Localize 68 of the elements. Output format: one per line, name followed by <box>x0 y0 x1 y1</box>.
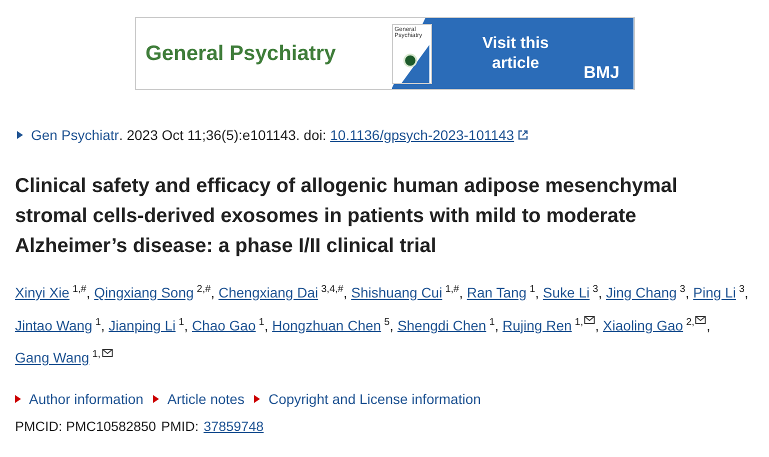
author-link[interactable]: Shengdi Chen <box>397 317 486 334</box>
affiliation-mark: 2,# <box>196 284 211 295</box>
affiliation-mark: 1 <box>178 316 184 328</box>
comma: , <box>86 284 90 301</box>
comma: , <box>390 317 394 334</box>
mail-icon[interactable] <box>584 316 596 324</box>
author-link[interactable]: Chengxiang Dai <box>218 284 318 301</box>
affiliation-mark: 3 <box>680 284 686 295</box>
affiliation-mark: 3,4,# <box>321 284 344 295</box>
affiliation-mark: 3 <box>738 284 745 295</box>
comma: , <box>706 317 710 334</box>
doi-link[interactable]: 10.1136/gpsych-2023-101143 <box>330 127 514 143</box>
author-link[interactable]: Qingxiang Song <box>94 284 194 301</box>
affiliation-mark: 3 <box>592 284 598 295</box>
journal-link[interactable]: Gen Psychiatr <box>31 127 119 143</box>
comma: , <box>100 317 105 334</box>
comma: , <box>459 284 463 301</box>
pmid-label: PMID: <box>161 418 199 434</box>
author-link[interactable]: Jintao Wang <box>15 317 92 334</box>
pmcid-text: PMCID: PMC10582850 <box>15 418 156 434</box>
comma: , <box>685 284 690 301</box>
author-link[interactable]: Gang Wang <box>15 350 90 366</box>
author-link[interactable]: Suke Li <box>542 284 590 301</box>
comma: , <box>494 317 499 334</box>
section-toggle[interactable]: Author information <box>15 390 144 407</box>
comma: , <box>264 317 268 334</box>
author-link[interactable]: Chao Gao <box>192 317 256 334</box>
author-link[interactable]: Shishuang Cui <box>351 284 442 301</box>
author-link[interactable]: Jing Chang <box>606 284 677 301</box>
affiliation-mark: 2, <box>686 316 694 328</box>
affiliation-mark: 1, <box>574 316 584 328</box>
section-toggle[interactable]: Copyright and License information <box>254 390 481 407</box>
comma: , <box>595 317 600 334</box>
section-toggle[interactable]: Article notes <box>153 390 244 407</box>
affiliation-mark: 1,# <box>72 284 86 295</box>
citation-text: . 2023 Oct 11;36(5):e101143. doi: <box>118 127 328 143</box>
comma: , <box>598 284 602 301</box>
caret-icon <box>254 394 260 403</box>
caret-icon <box>15 394 21 403</box>
comma: , <box>744 284 748 301</box>
caret-icon <box>153 394 160 403</box>
affiliation-mark: 1, <box>92 349 101 360</box>
comma: , <box>210 284 215 301</box>
journal-name: General Psychiatry <box>144 42 337 66</box>
affiliation-mark: 1,# <box>445 284 460 295</box>
author-link[interactable]: Ping Li <box>693 284 736 301</box>
article-title: Clinical safety and efficacy of allogenic human adipose mesenchymal stromal cells-derived exosomes in patients with mild to moderate Alzheimer’s disease: a phase I/II clinical trial <box>15 174 678 259</box>
publisher-logo: BMJ <box>584 63 620 84</box>
external-link-icon <box>518 130 528 140</box>
author-link[interactable]: Ran Tang <box>466 284 527 301</box>
affiliation-mark: 1 <box>258 316 264 328</box>
affiliation-mark: 1 <box>489 316 495 328</box>
author-link[interactable]: Rujing Ren <box>502 317 572 334</box>
affiliation-mark: 1 <box>95 316 101 328</box>
author-link[interactable]: Xiaoling Gao <box>602 317 684 334</box>
author-link[interactable]: Xinyi Xie <box>15 284 70 301</box>
comma: , <box>343 284 348 301</box>
mail-icon[interactable] <box>695 316 706 324</box>
affiliation-mark: 1 <box>530 284 536 295</box>
author-link[interactable]: Jianping Li <box>108 317 176 334</box>
author-link[interactable]: Hongzhuan Chen <box>272 317 382 334</box>
cta-text: Visit this article <box>481 34 550 74</box>
affiliation-mark: 5 <box>384 316 390 328</box>
comma: , <box>535 284 540 301</box>
comma: , <box>184 317 188 334</box>
pmid-link[interactable]: 37859748 <box>204 418 264 434</box>
mail-icon[interactable] <box>102 348 113 357</box>
expand-triangle-icon <box>17 131 23 139</box>
